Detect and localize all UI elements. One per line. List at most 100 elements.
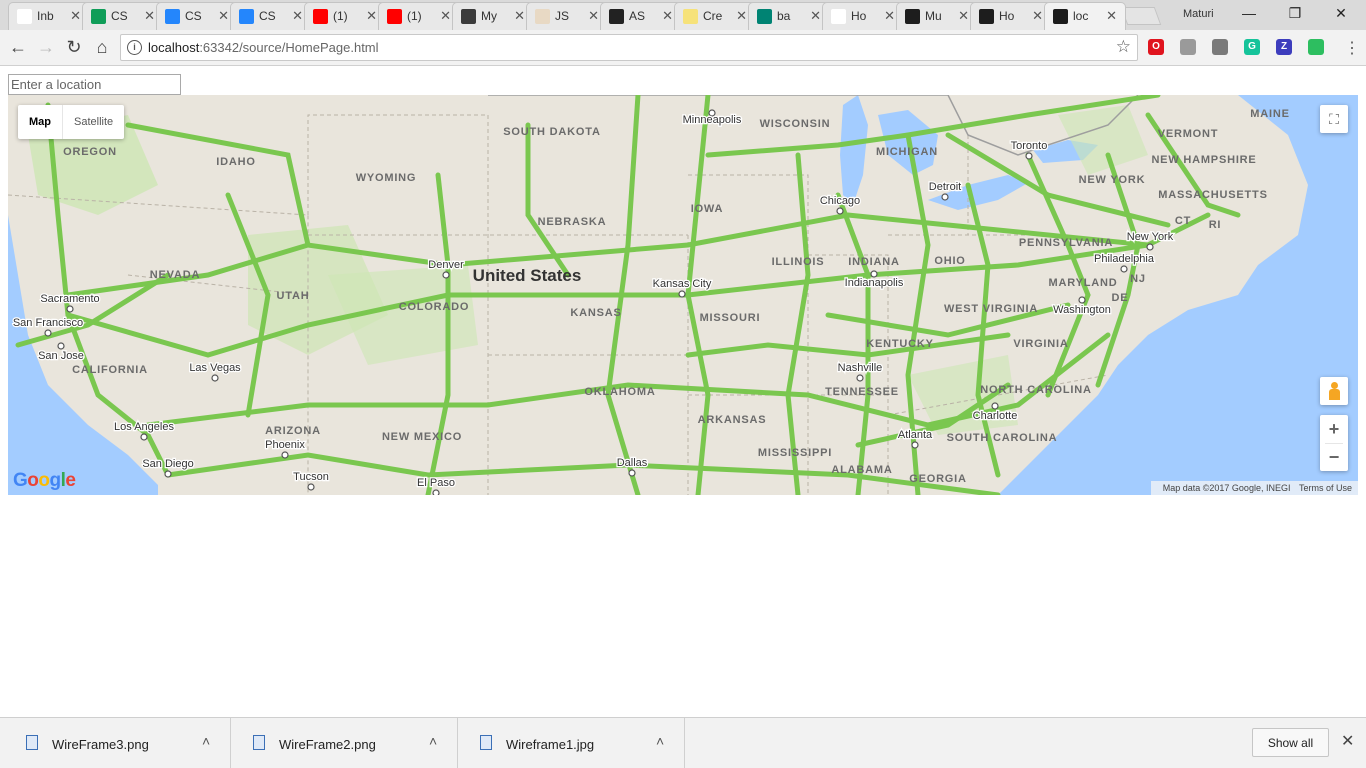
state-label: NEBRASKA [538, 216, 607, 228]
close-download-shelf-icon[interactable]: ✕ [1341, 731, 1354, 751]
reload-icon[interactable]: ↻ [62, 36, 86, 58]
page-icon [831, 9, 846, 24]
state-label: MISSISSIPPI [758, 447, 832, 459]
evernote-icon[interactable] [1308, 39, 1324, 55]
minimize-icon[interactable]: — [1234, 5, 1264, 21]
browser-tab[interactable]: CS ✕ [156, 2, 238, 30]
browser-tab[interactable]: Ho ✕ [822, 2, 904, 30]
state-label: KANSAS [570, 307, 621, 319]
browser-tab[interactable]: My ✕ [452, 2, 534, 30]
city-marker-dot [66, 305, 74, 313]
state-label: NEW YORK [1079, 174, 1146, 186]
chevron-up-icon[interactable]: ˄ [202, 733, 210, 749]
city-label: Sacramento [40, 293, 99, 305]
zoom-in-button[interactable]: + [1320, 415, 1348, 443]
city-label: New York [1127, 231, 1174, 243]
browser-tab[interactable]: Inb ✕ [8, 2, 90, 30]
grammarly-icon[interactable]: G [1244, 39, 1260, 55]
terms-of-use-link[interactable]: Terms of Use [1299, 483, 1352, 493]
bookmark-star-icon[interactable]: ☆ [1116, 37, 1131, 57]
city-label: Indianapolis [845, 277, 904, 289]
browser-tab[interactable]: CS ✕ [230, 2, 312, 30]
download-item[interactable]: WireFrame2.png ˄ [231, 718, 458, 768]
opera-icon[interactable]: O [1148, 39, 1164, 55]
browser-tab[interactable]: Cre ✕ [674, 2, 756, 30]
city-label: Los Angeles [114, 421, 174, 433]
back-icon[interactable]: ← [6, 36, 30, 58]
close-tab-icon[interactable]: ✕ [292, 8, 303, 24]
close-tab-icon[interactable]: ✕ [884, 8, 895, 24]
pegman-body [1329, 389, 1340, 400]
close-tab-icon[interactable]: ✕ [736, 8, 747, 24]
state-label: ARIZONA [265, 425, 321, 437]
tab-title: loc [1073, 9, 1089, 23]
browser-tab[interactable]: ba ✕ [748, 2, 830, 30]
browser-tab[interactable]: AS ✕ [600, 2, 682, 30]
state-label: WISCONSIN [760, 118, 831, 130]
city-marker-dot [140, 433, 148, 441]
show-all-downloads-button[interactable]: Show all [1252, 728, 1329, 757]
state-label: ILLINOIS [772, 256, 825, 268]
home-icon[interactable]: ⌂ [90, 36, 114, 58]
map-canvas[interactable]: OREGON IDAHO WYOMING SOUTH DAKOTA NEBRASKA IO… [8, 95, 1358, 495]
pegman-icon[interactable] [1320, 377, 1348, 405]
city-label: Charlotte [973, 410, 1018, 422]
close-tab-icon[interactable]: ✕ [70, 8, 81, 24]
city-marker-dot [991, 402, 999, 410]
browser-tab[interactable]: JS ✕ [526, 2, 608, 30]
new-tab-button[interactable] [1120, 7, 1162, 25]
bulb-icon [683, 9, 698, 24]
download-item[interactable]: WireFrame3.png ˄ [4, 718, 231, 768]
close-tab-icon[interactable]: ✕ [1032, 8, 1043, 24]
card-icon[interactable] [1212, 39, 1228, 55]
fullscreen-icon[interactable]: ⛶ [1320, 105, 1348, 133]
url-text[interactable]: localhost:63342/source/HomePage.html [148, 40, 379, 55]
state-label: SOUTH CAROLINA [947, 432, 1058, 444]
map-type-control: Map Satellite [18, 105, 125, 139]
google-logo[interactable]: Google [13, 470, 76, 492]
close-tab-icon[interactable]: ✕ [514, 8, 525, 24]
close-tab-icon[interactable]: ✕ [1106, 8, 1117, 24]
browser-tab[interactable]: loc ✕ [1044, 2, 1126, 30]
close-tab-icon[interactable]: ✕ [218, 8, 229, 24]
map-type-map-button[interactable]: Map [18, 105, 63, 139]
browser-tab[interactable]: Ho ✕ [970, 2, 1052, 30]
browser-tab[interactable]: (1) ✕ [378, 2, 460, 30]
close-tab-icon[interactable]: ✕ [662, 8, 673, 24]
close-window-icon[interactable]: ✕ [1326, 5, 1356, 22]
close-tab-icon[interactable]: ✕ [588, 8, 599, 24]
address-bar[interactable]: i localhost:63342/source/HomePage.html ☆ [120, 34, 1138, 61]
tab-title: CS [185, 9, 202, 23]
info-icon[interactable]: i [127, 40, 142, 55]
close-tab-icon[interactable]: ✕ [440, 8, 451, 24]
city-marker-dot [1146, 243, 1154, 251]
chevron-up-icon[interactable]: ˄ [429, 733, 437, 749]
close-tab-icon[interactable]: ✕ [144, 8, 155, 24]
chevron-up-icon[interactable]: ˄ [656, 733, 664, 749]
download-item[interactable]: Wireframe1.jpg ˄ [458, 718, 685, 768]
maximize-icon[interactable]: ❐ [1280, 5, 1310, 22]
close-tab-icon[interactable]: ✕ [810, 8, 821, 24]
close-tab-icon[interactable]: ✕ [958, 8, 969, 24]
browser-menu-icon[interactable]: ⋮ [1344, 38, 1360, 58]
close-tab-icon[interactable]: ✕ [366, 8, 377, 24]
youtube-icon [313, 9, 328, 24]
tab-title: CS [259, 9, 276, 23]
state-label: NORTH CAROLINA [980, 384, 1091, 396]
map-type-satellite-button[interactable]: Satellite [63, 105, 124, 139]
browser-tab[interactable]: CS ✕ [82, 2, 164, 30]
location-search-input[interactable] [8, 74, 181, 95]
shield-icon[interactable] [1180, 39, 1196, 55]
city-marker-dot [836, 207, 844, 215]
image-file-icon [26, 735, 38, 750]
image-file-icon [480, 735, 492, 750]
z-extension-icon[interactable]: Z [1276, 39, 1292, 55]
browser-tab[interactable]: Mu ✕ [896, 2, 978, 30]
state-label: COLORADO [399, 301, 470, 313]
zoom-out-button[interactable]: − [1320, 443, 1348, 471]
profile-name[interactable]: Maturi [1183, 8, 1214, 20]
browser-tab[interactable]: (1) ✕ [304, 2, 386, 30]
city-label: Toronto [1011, 140, 1048, 152]
forward-icon[interactable]: → [34, 36, 58, 58]
map-container[interactable]: OREGON IDAHO WYOMING SOUTH DAKOTA NEBRASKA IO… [8, 95, 1358, 495]
